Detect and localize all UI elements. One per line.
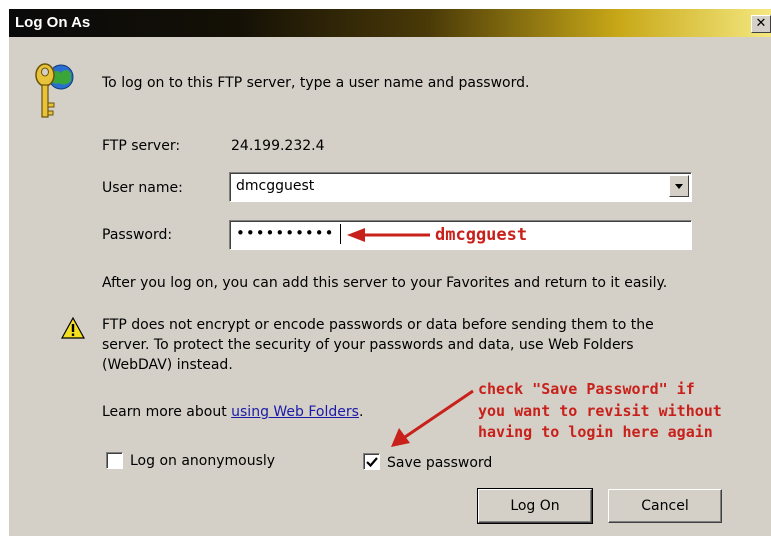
user-name-dropdown-button[interactable] bbox=[669, 175, 689, 197]
annotation-save-hint-line-3: having to login here again bbox=[478, 423, 713, 441]
learn-more-suffix: . bbox=[358, 404, 364, 420]
checkmark-icon bbox=[366, 457, 378, 468]
window-title: Log On As bbox=[15, 14, 91, 31]
learn-more-text: Learn more about using Web Folders. bbox=[102, 404, 363, 420]
user-name-value: dmcgguest bbox=[236, 178, 315, 194]
annotation-save-hint-line-1: check "Save Password" if bbox=[478, 380, 695, 398]
user-name-combobox[interactable]: dmcgguest bbox=[229, 172, 692, 202]
intro-text: To log on to this FTP server, type a use… bbox=[102, 75, 530, 91]
save-password-label[interactable]: Save password bbox=[387, 455, 492, 471]
key-globe-icon bbox=[35, 63, 74, 118]
password-mask: •••••••••• bbox=[236, 224, 335, 242]
ftp-server-value: 24.199.232.4 bbox=[231, 138, 325, 154]
warning-line-2: server. To protect the security of your … bbox=[102, 337, 634, 353]
text-caret bbox=[340, 224, 341, 244]
close-button[interactable]: ✕ bbox=[751, 15, 771, 33]
log-on-as-dialog: Log On As ✕ To log on to this FTP server… bbox=[8, 8, 771, 536]
log-on-anonymously-label[interactable]: Log on anonymously bbox=[130, 453, 275, 469]
cancel-button[interactable]: Cancel bbox=[608, 489, 722, 523]
log-on-anonymously-checkbox[interactable] bbox=[106, 452, 123, 469]
warning-line-1: FTP does not encrypt or encode passwords… bbox=[102, 317, 654, 333]
password-label: Password: bbox=[102, 227, 173, 243]
learn-more-prefix: Learn more about bbox=[102, 404, 232, 420]
ftp-server-label: FTP server: bbox=[102, 138, 181, 154]
web-folders-link[interactable]: using Web Folders bbox=[231, 404, 359, 420]
annotation-save-hint-line-2: you want to revisit without bbox=[478, 402, 722, 420]
user-name-label: User name: bbox=[102, 180, 183, 196]
annotation-arrow-password bbox=[347, 228, 430, 242]
warning-line-3: (WebDAV) instead. bbox=[102, 357, 233, 373]
annotation-arrow-save bbox=[391, 389, 474, 447]
favorites-note: After you log on, you can add this serve… bbox=[102, 275, 668, 291]
title-bar[interactable]: Log On As ✕ bbox=[9, 9, 771, 37]
log-on-button[interactable]: Log On bbox=[477, 488, 593, 524]
warning-icon bbox=[61, 317, 85, 339]
annotation-password-hint: dmcgguest bbox=[435, 225, 528, 245]
save-password-checkbox[interactable] bbox=[363, 453, 380, 470]
